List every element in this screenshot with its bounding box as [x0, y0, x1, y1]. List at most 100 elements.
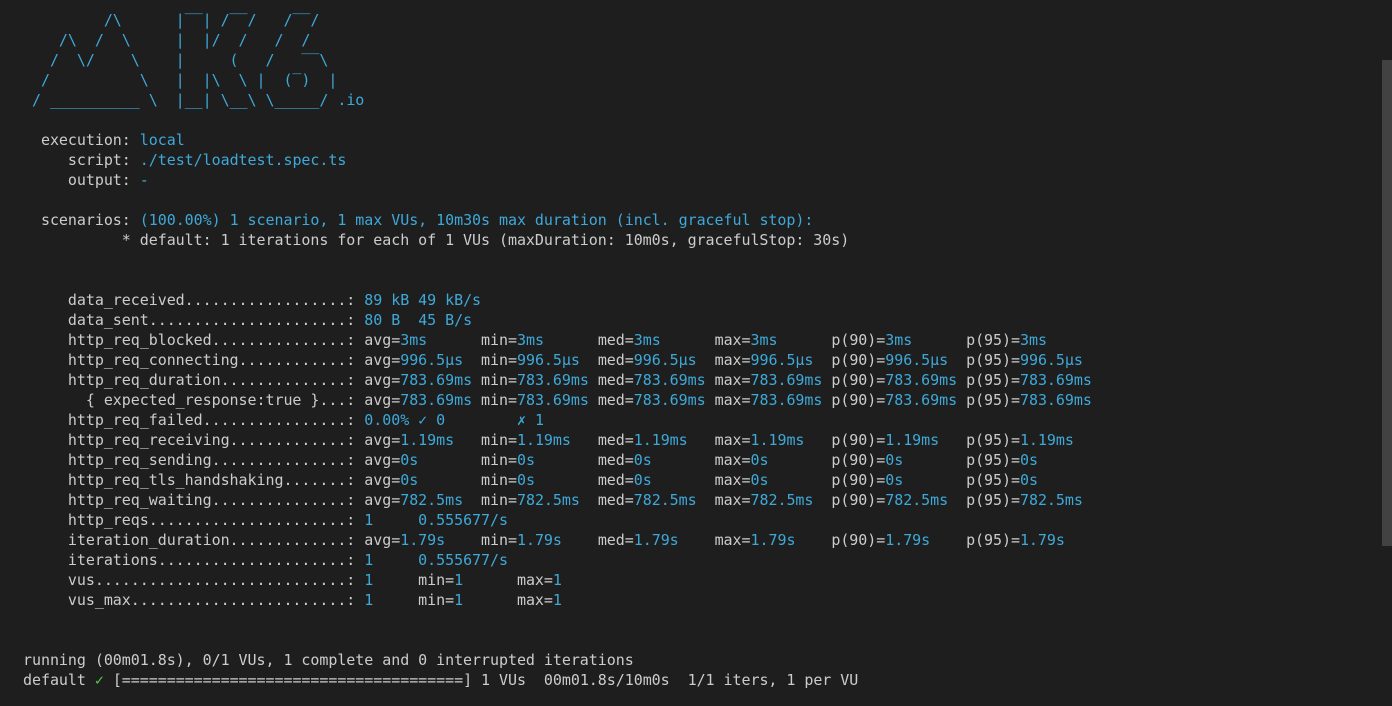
progress-line: default ✓ [=============================… [23, 670, 1363, 690]
metric-stat-value: 0s [516, 471, 535, 489]
metric-stat-value: 0s [633, 451, 652, 469]
metric-stat-label: med= [579, 351, 634, 369]
metric-stat-label: med= [561, 531, 634, 549]
metric-stat-value: 45 B/s [418, 311, 473, 329]
metric-name: vus_max........................: [23, 591, 365, 609]
metric-stat-value: 0s [750, 451, 769, 469]
metric-stat-label: avg= [364, 491, 401, 509]
metric-stat-value: 1.79s [1019, 531, 1065, 549]
metric-stat-value: 3ms [1019, 331, 1047, 349]
metric-stat-value: 783.69ms [885, 391, 958, 409]
metric-stat-label: min= [418, 451, 517, 469]
metric-stat-label: p(95)= [912, 331, 1020, 349]
metric-stat-label: max= [705, 371, 751, 389]
execution-info: execution: local script: ./test/loadtest… [23, 130, 1363, 190]
metric-stat-label: p(90)= [822, 391, 886, 409]
metric-stat-label: med= [534, 451, 634, 469]
metric-name: http_req_blocked...............: [23, 331, 365, 349]
execution-line: execution: local [23, 130, 1363, 150]
metric-stat-label: med= [588, 391, 634, 409]
scrollbar-thumb[interactable] [1382, 60, 1392, 546]
metric-row: http_reqs......................: 1 0.555… [23, 510, 1363, 530]
metric-stat-value: 783.69ms [750, 391, 823, 409]
terminal-output[interactable]: /\ |‾‾| /‾‾/ /‾‾/ /\ / \ | |/ / / / / \/… [23, 10, 1363, 700]
metric-stat-value: 0s [885, 471, 904, 489]
logo-suffix: .io [328, 91, 365, 109]
metric-stat-label: avg= [364, 331, 401, 349]
metric-stat-value: 1 [364, 551, 374, 569]
metric-name: http_req_duration..............: [23, 371, 365, 389]
check-icon: ✓ [94, 671, 104, 689]
metric-stat-value: 1.19ms [885, 431, 940, 449]
metric-stat-label: max= [463, 591, 553, 609]
metric-row: http_req_waiting...............: avg=782… [23, 490, 1363, 510]
metric-stat-value: 80 B [364, 311, 401, 329]
metric-stat-label [400, 311, 418, 329]
metric-row: data_received..................: 89 kB 4… [23, 290, 1363, 310]
metric-stat-value: 1 [364, 511, 374, 529]
metric-stat-value: 0s [400, 471, 419, 489]
metric-stat-value: 3ms [633, 331, 661, 349]
metric-row: { expected_response:true }...: avg=783.6… [23, 390, 1363, 410]
metric-stat-value: 783.69ms [400, 371, 473, 389]
metric-row: http_req_tls_handshaking.......: avg=0s … [23, 470, 1363, 490]
metric-stat-value: 783.69ms [516, 391, 589, 409]
metric-stat-label: max= [696, 491, 751, 509]
metric-stat-value: 1.79s [885, 531, 931, 549]
metric-name: http_req_waiting...............: [23, 491, 365, 509]
metric-stat-label: p(90)= [813, 351, 886, 369]
metric-stat-label: max= [463, 571, 553, 589]
metric-stat-label: min= [427, 331, 517, 349]
metric-stat-label: min= [454, 431, 517, 449]
metric-stat-label: max= [660, 331, 751, 349]
metric-stat-value: 3ms [400, 331, 428, 349]
metric-name: http_req_failed................: [23, 411, 365, 429]
metric-stat-value: 0.555677/s [418, 511, 508, 529]
progress-bar: [======================================]… [103, 671, 859, 689]
metric-stat-label: p(95)= [957, 371, 1020, 389]
metric-stat-label: max= [696, 351, 751, 369]
metric-stat-label: med= [543, 331, 634, 349]
metric-stat-label: min= [445, 531, 517, 549]
output-line: output: - [23, 170, 1363, 190]
execution-label: execution: [23, 131, 140, 149]
metric-stat-value: 0s [750, 471, 769, 489]
metric-stat-label: avg= [364, 531, 401, 549]
metric-stat-value: 782.5ms [400, 491, 464, 509]
metric-stat-label [409, 411, 418, 429]
metric-name: { expected_response:true }...: [23, 391, 365, 409]
metric-stat-label: p(90)= [804, 431, 886, 449]
metric-stat-label: med= [579, 491, 634, 509]
metric-row: http_req_failed................: 0.00% ✓… [23, 410, 1363, 430]
metric-stat-label [409, 291, 418, 309]
metric-stat-label: avg= [364, 471, 401, 489]
metrics-summary: data_received..................: 89 kB 4… [23, 290, 1363, 610]
metric-stat-label: min= [373, 571, 455, 589]
metric-stat-label: max= [687, 431, 751, 449]
metric-stat-value: 996.5µs [400, 351, 464, 369]
metric-name: iterations.....................: [23, 551, 365, 569]
metric-stat-value: 1.79s [400, 531, 446, 549]
script-label: script: [23, 151, 140, 169]
k6-logo: /\ |‾‾| /‾‾/ /‾‾/ /\ / \ | |/ / / / / \/… [23, 10, 1363, 110]
metric-stat-value: 996.5µs [1019, 351, 1083, 369]
metric-stat-value: 1 [364, 571, 374, 589]
metric-stat-label: p(90)= [813, 491, 886, 509]
metric-stat-label: min= [463, 491, 517, 509]
metric-stat-label: p(95)= [948, 491, 1020, 509]
metric-stat-value: 782.5ms [750, 491, 814, 509]
metric-stat-label: p(95)= [903, 451, 1020, 469]
run-status: running (00m01.8s), 0/1 VUs, 1 complete … [23, 650, 1363, 690]
metric-stat-label: med= [570, 431, 634, 449]
metric-stat-label [445, 411, 517, 429]
metric-stat-value: 996.5µs [516, 351, 580, 369]
metric-stat-value: 1.19ms [1019, 431, 1074, 449]
metric-row: http_req_sending...............: avg=0s … [23, 450, 1363, 470]
metric-name: http_req_tls_handshaking.......: [23, 471, 365, 489]
metric-stat-value: 1.19ms [516, 431, 571, 449]
metric-stat-label: avg= [364, 351, 401, 369]
metric-stat-value: 1 [552, 571, 562, 589]
scenario-detail: * default: 1 iterations for each of 1 VU… [23, 231, 850, 249]
metric-stat-value: 1.79s [633, 531, 679, 549]
metric-stat-value: 1.79s [750, 531, 796, 549]
